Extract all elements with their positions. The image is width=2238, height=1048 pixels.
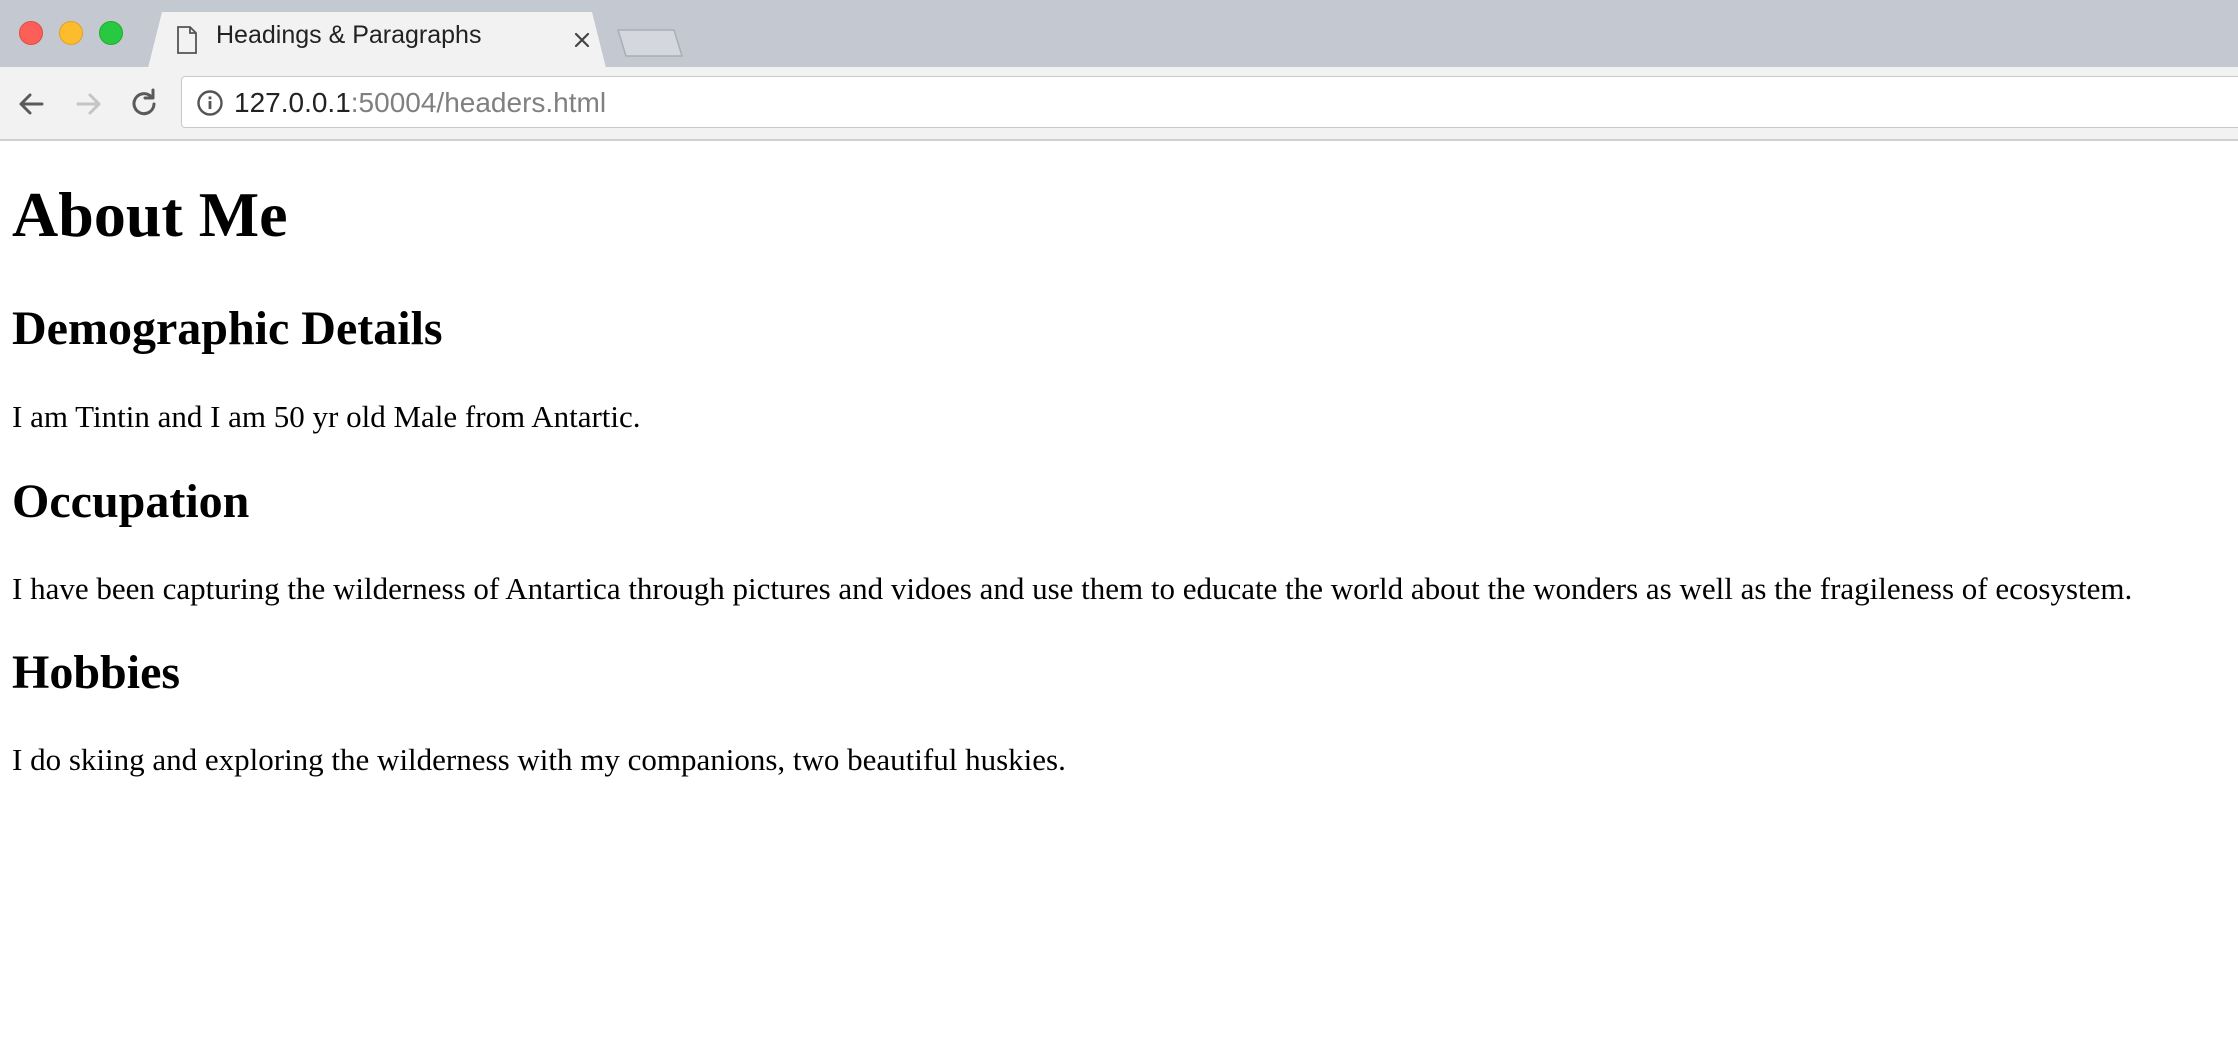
tab-strip: Headings & Paragraphs [0,0,2238,68]
address-bar[interactable]: 127.0.0.1:50004/headers.html [181,76,2238,128]
section-heading-demographic: Demographic Details [12,302,443,355]
new-tab-button[interactable] [616,28,684,58]
close-tab-icon[interactable] [568,26,596,54]
section-text-demographic: I am Tintin and I am 50 yr old Male from… [12,399,641,434]
browser-toolbar: 127.0.0.1:50004/headers.html [0,67,2238,141]
section-text-hobbies: I do skiing and exploring the wilderness… [12,742,1066,777]
section-heading-occupation: Occupation [12,475,250,528]
page-content: About Me Demographic Details I am Tintin… [0,141,2238,1048]
reload-icon[interactable] [124,84,164,124]
close-window-button[interactable] [19,21,43,45]
info-icon[interactable] [196,89,224,117]
url-text[interactable]: 127.0.0.1:50004/headers.html [234,87,606,119]
forward-arrow-icon[interactable] [68,84,108,124]
url-path: :50004/headers.html [350,87,607,118]
document-icon [177,26,197,54]
maximize-window-button[interactable] [99,21,123,45]
tab-title: Headings & Paragraphs [216,21,482,49]
browser-window: Headings & Paragraphs 127.0.0.1:50004/he… [0,0,2238,1048]
url-host: 127.0.0.1 [234,87,351,118]
section-heading-hobbies: Hobbies [12,646,181,699]
minimize-window-button[interactable] [59,21,83,45]
section-text-occupation: I have been capturing the wilderness of … [12,571,2133,606]
page-title: About Me [12,179,288,250]
back-arrow-icon[interactable] [12,84,52,124]
